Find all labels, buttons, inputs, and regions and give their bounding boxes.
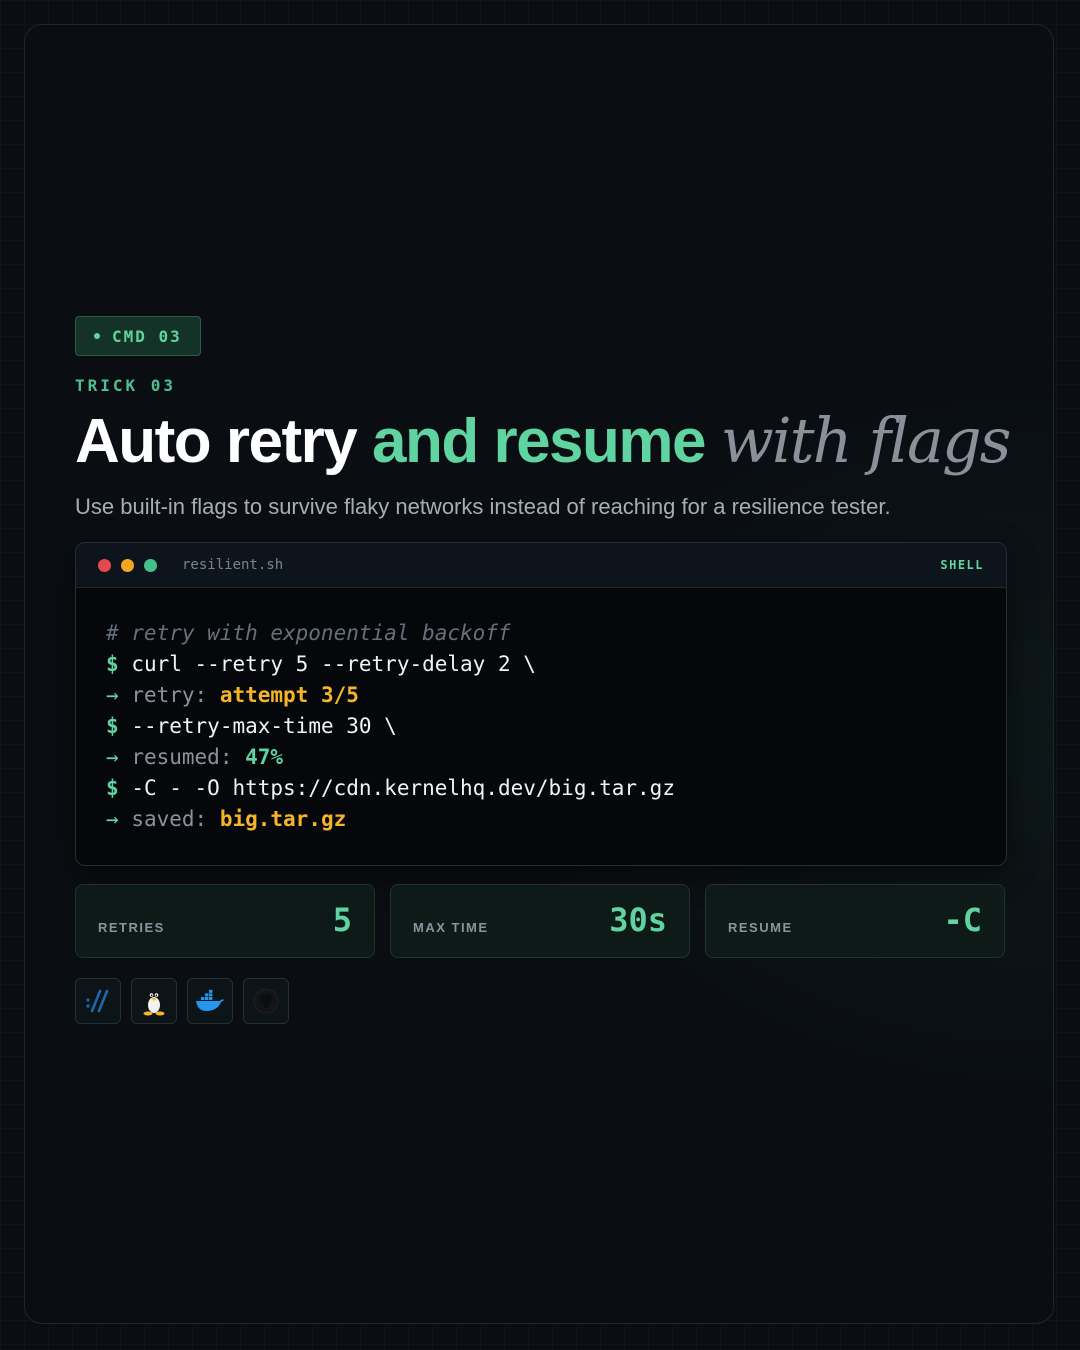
stat-label: RESUME	[728, 920, 793, 935]
title-part-3: with flags	[720, 404, 1012, 477]
output-value: big.tar.gz	[219, 807, 347, 831]
output-label: saved:	[131, 807, 208, 831]
linux-tux-icon[interactable]	[131, 978, 177, 1024]
terminal-window: resilient.sh SHELL # retry with exponent…	[75, 542, 1007, 866]
badge-label: CMD 03	[112, 326, 182, 346]
command-line: $ curl --retry 5 --retry-delay 2 \	[106, 649, 976, 680]
main-content: CMD 03 TRICK 03 Auto retry and resume wi…	[75, 316, 1011, 1024]
output-line: → saved: big.tar.gz	[106, 804, 976, 835]
stat-card-resume: RESUME -C	[705, 884, 1005, 958]
terminal-header: resilient.sh SHELL	[76, 543, 1006, 588]
prompt-symbol: $	[106, 714, 119, 738]
github-octocat-icon[interactable]	[243, 978, 289, 1024]
stat-label: RETRIES	[98, 920, 165, 935]
terminal-filename: resilient.sh	[182, 557, 284, 573]
close-dot-icon[interactable]	[98, 558, 111, 572]
output-value: 47%	[245, 745, 284, 769]
stats-row: RETRIES 5 MAX TIME 30s RESUME -C	[75, 884, 1005, 958]
output-line: → resumed: 47%	[106, 742, 976, 773]
terminal-slashes-icon[interactable]	[75, 978, 121, 1024]
stat-value: -C	[943, 901, 982, 939]
tool-icons-row	[75, 978, 1005, 1024]
command-text: --retry-max-time 30 \	[131, 714, 397, 738]
eyebrow-label: TRICK 03	[75, 376, 177, 395]
badge-dot-icon	[94, 333, 100, 339]
output-arrow-icon: →	[106, 683, 119, 707]
command-text: -C - -O https://cdn.kernelhq.dev/big.tar…	[131, 776, 675, 800]
stat-card-retries: RETRIES 5	[75, 884, 375, 958]
output-label: resumed:	[131, 745, 233, 769]
stat-value: 30s	[609, 901, 667, 939]
stat-value: 5	[332, 901, 352, 939]
prompt-symbol: $	[106, 776, 119, 800]
title-part-1: Auto retry	[75, 407, 358, 476]
terminal-body: # retry with exponential backoff $ curl …	[76, 588, 1006, 865]
terminal-language-tag: SHELL	[940, 558, 984, 572]
stat-label: MAX TIME	[413, 920, 489, 935]
stat-card-max-time: MAX TIME 30s	[390, 884, 690, 958]
command-line: $ --retry-max-time 30 \	[106, 711, 976, 742]
maximize-dot-icon[interactable]	[144, 558, 157, 572]
code-comment-line: # retry with exponential backoff	[106, 621, 511, 645]
output-value: attempt 3/5	[219, 683, 359, 707]
minimize-dot-icon[interactable]	[121, 558, 134, 572]
page-subtitle: Use built-in flags to survive flaky netw…	[75, 494, 891, 519]
title-part-2: and resume	[372, 407, 707, 476]
cmd-badge: CMD 03	[75, 316, 201, 356]
command-line: $ -C - -O https://cdn.kernelhq.dev/big.t…	[106, 773, 976, 804]
output-arrow-icon: →	[106, 745, 119, 769]
docker-whale-icon[interactable]	[187, 978, 233, 1024]
page-title: Auto retry and resume with flags	[75, 403, 1011, 480]
output-arrow-icon: →	[106, 807, 119, 831]
output-line: → retry: attempt 3/5	[106, 680, 976, 711]
prompt-symbol: $	[106, 652, 119, 676]
output-label: retry:	[131, 683, 208, 707]
command-text: curl --retry 5 --retry-delay 2 \	[131, 652, 536, 676]
